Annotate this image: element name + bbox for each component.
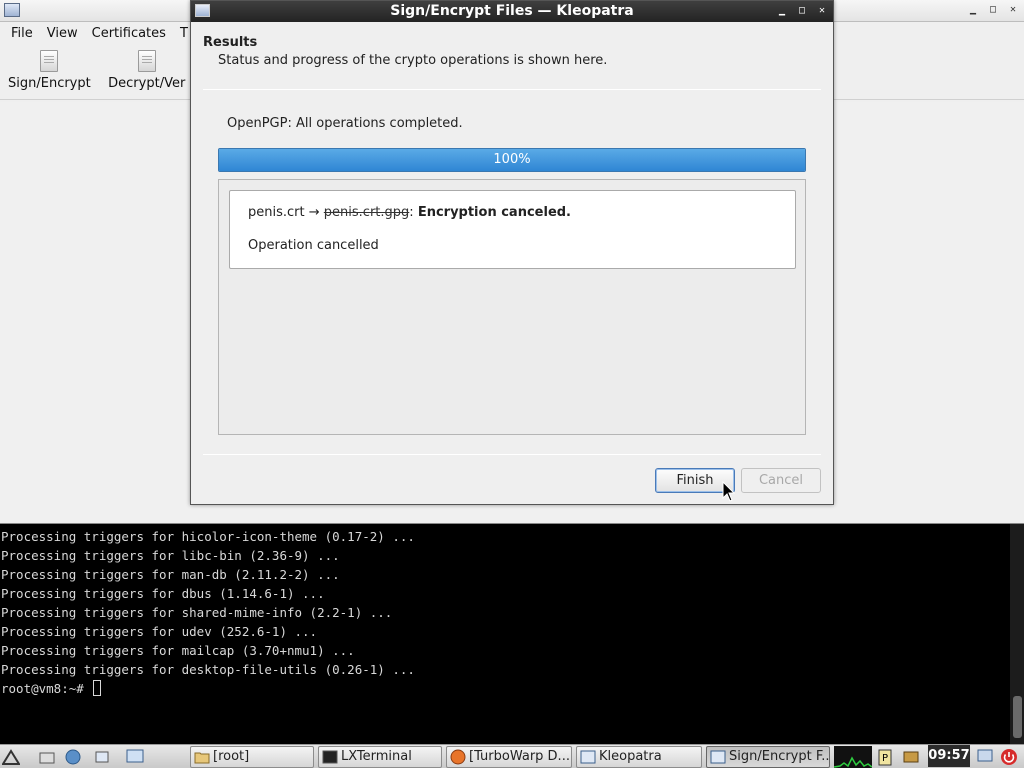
sign-encrypt-label: Sign/Encrypt xyxy=(8,76,91,91)
close-icon[interactable]: ✕ xyxy=(815,3,829,19)
terminal-line: Processing triggers for dbus (1.14.6-1) … xyxy=(1,586,325,601)
file-manager-icon[interactable] xyxy=(38,748,56,766)
source-file: penis.crt xyxy=(248,205,305,220)
task-root-folder[interactable]: [root] xyxy=(190,746,314,768)
terminal-prompt-line[interactable]: root@vm8:~# xyxy=(1,679,415,698)
firefox-icon xyxy=(450,749,466,765)
progress-label: 100% xyxy=(493,152,531,167)
document-icon xyxy=(40,50,59,72)
terminal-line: Processing triggers for man-db (2.11.2-2… xyxy=(1,567,340,582)
power-icon[interactable] xyxy=(1000,748,1018,766)
status-text: OpenPGP: All operations completed. xyxy=(227,116,463,131)
dialog-body: Results Status and progress of the crypt… xyxy=(191,22,833,505)
network-icon[interactable] xyxy=(902,748,920,766)
terminal-output: Processing triggers for hicolor-icon-the… xyxy=(1,527,415,698)
output-file: penis.crt.gpg xyxy=(323,205,410,220)
task-label: [TurboWarp D... xyxy=(469,749,570,764)
terminal-scrollbar[interactable] xyxy=(1010,524,1024,744)
arrow-icon: → xyxy=(308,205,320,220)
close-icon[interactable]: ✕ xyxy=(1006,2,1020,18)
window-controls: ▁ □ ✕ xyxy=(966,2,1020,18)
clock[interactable]: 09:57 xyxy=(928,745,970,767)
menu-file[interactable]: File xyxy=(4,26,40,41)
window-icon xyxy=(710,750,726,764)
separator xyxy=(203,89,821,90)
document-icon xyxy=(137,50,156,72)
maximize-icon[interactable]: □ xyxy=(795,3,809,19)
folder-icon xyxy=(194,752,210,764)
taskbar: [root] LXTerminal [TurboWarp D... Kleopa… xyxy=(0,744,1024,768)
menu-certificates[interactable]: Certificates xyxy=(85,26,173,41)
terminal-icon xyxy=(322,750,338,764)
terminal-line: Processing triggers for udev (252.6-1) .… xyxy=(1,624,318,639)
dialog-title: Sign/Encrypt Files — Kleopatra xyxy=(390,3,634,19)
window-icon xyxy=(4,3,20,17)
clipboard-icon[interactable]: P xyxy=(876,748,894,766)
terminal-line: Processing triggers for hicolor-icon-the… xyxy=(1,529,415,544)
mouse-cursor-icon xyxy=(722,481,736,502)
terminal-line: Processing triggers for libc-bin (2.36-9… xyxy=(1,548,340,563)
task-kleopatra[interactable]: Kleopatra xyxy=(576,746,702,768)
result-card: penis.crt → penis.crt.gpg: Encryption ca… xyxy=(229,190,796,269)
terminal-prompt: root@vm8:~# xyxy=(1,681,92,696)
cpu-monitor-icon xyxy=(834,746,872,768)
decrypt-verify-label: Decrypt/Ver xyxy=(108,76,186,91)
text-cursor xyxy=(93,680,102,696)
results-log[interactable]: penis.crt → penis.crt.gpg: Encryption ca… xyxy=(218,179,806,435)
result-detail: Operation cancelled xyxy=(248,238,379,253)
dialog-window-controls: ▁ □ ✕ xyxy=(775,3,829,19)
result-message: Encryption canceled. xyxy=(417,205,572,220)
task-label: Kleopatra xyxy=(599,749,662,764)
progress-bar: 100% xyxy=(218,148,806,172)
minimize-icon[interactable]: ▁ xyxy=(775,3,789,19)
terminal-line: Processing triggers for mailcap (3.70+nm… xyxy=(1,643,355,658)
terminal-line: Processing triggers for desktop-file-uti… xyxy=(1,662,415,677)
browser-icon[interactable] xyxy=(64,748,82,766)
separator xyxy=(203,454,821,455)
sign-encrypt-button[interactable]: Sign/Encrypt xyxy=(0,50,99,91)
menu-launcher-icon[interactable] xyxy=(2,748,20,766)
task-lxterminal[interactable]: LXTerminal xyxy=(318,746,442,768)
colon: : xyxy=(409,205,414,220)
dialog-titlebar[interactable]: Sign/Encrypt Files — Kleopatra ▁ □ ✕ xyxy=(191,1,833,22)
task-label: [root] xyxy=(213,749,250,764)
svg-text:P: P xyxy=(882,753,888,764)
maximize-icon[interactable]: □ xyxy=(986,2,1000,18)
window-icon xyxy=(580,750,596,764)
scrollbar-thumb[interactable] xyxy=(1013,696,1022,738)
desktop-screen: ▁ □ ✕ File View Certificates T Sign/Encr… xyxy=(0,0,1024,768)
task-turbowarp[interactable]: [TurboWarp D... xyxy=(446,746,572,768)
decrypt-verify-button[interactable]: Decrypt/Ver xyxy=(99,50,195,91)
show-desktop-icon[interactable] xyxy=(126,748,144,766)
task-label: Sign/Encrypt F... xyxy=(729,749,830,764)
results-subtitle: Status and progress of the crypto operat… xyxy=(218,53,608,68)
window-icon xyxy=(195,4,210,17)
terminal-window[interactable]: Processing triggers for hicolor-icon-the… xyxy=(0,524,1024,744)
result-summary: penis.crt → penis.crt.gpg: Encryption ca… xyxy=(248,205,571,220)
sign-encrypt-dialog: Sign/Encrypt Files — Kleopatra ▁ □ ✕ Res… xyxy=(190,0,834,505)
task-sign-encrypt[interactable]: Sign/Encrypt F... xyxy=(706,746,830,768)
menu-view[interactable]: View xyxy=(40,26,85,41)
results-heading: Results xyxy=(203,35,258,50)
desktop-switch-icon[interactable] xyxy=(94,748,112,766)
display-icon[interactable] xyxy=(976,748,994,766)
task-label: LXTerminal xyxy=(341,749,412,764)
cancel-button[interactable]: Cancel xyxy=(741,468,821,493)
terminal-line: Processing triggers for shared-mime-info… xyxy=(1,605,393,620)
minimize-icon[interactable]: ▁ xyxy=(966,2,980,18)
